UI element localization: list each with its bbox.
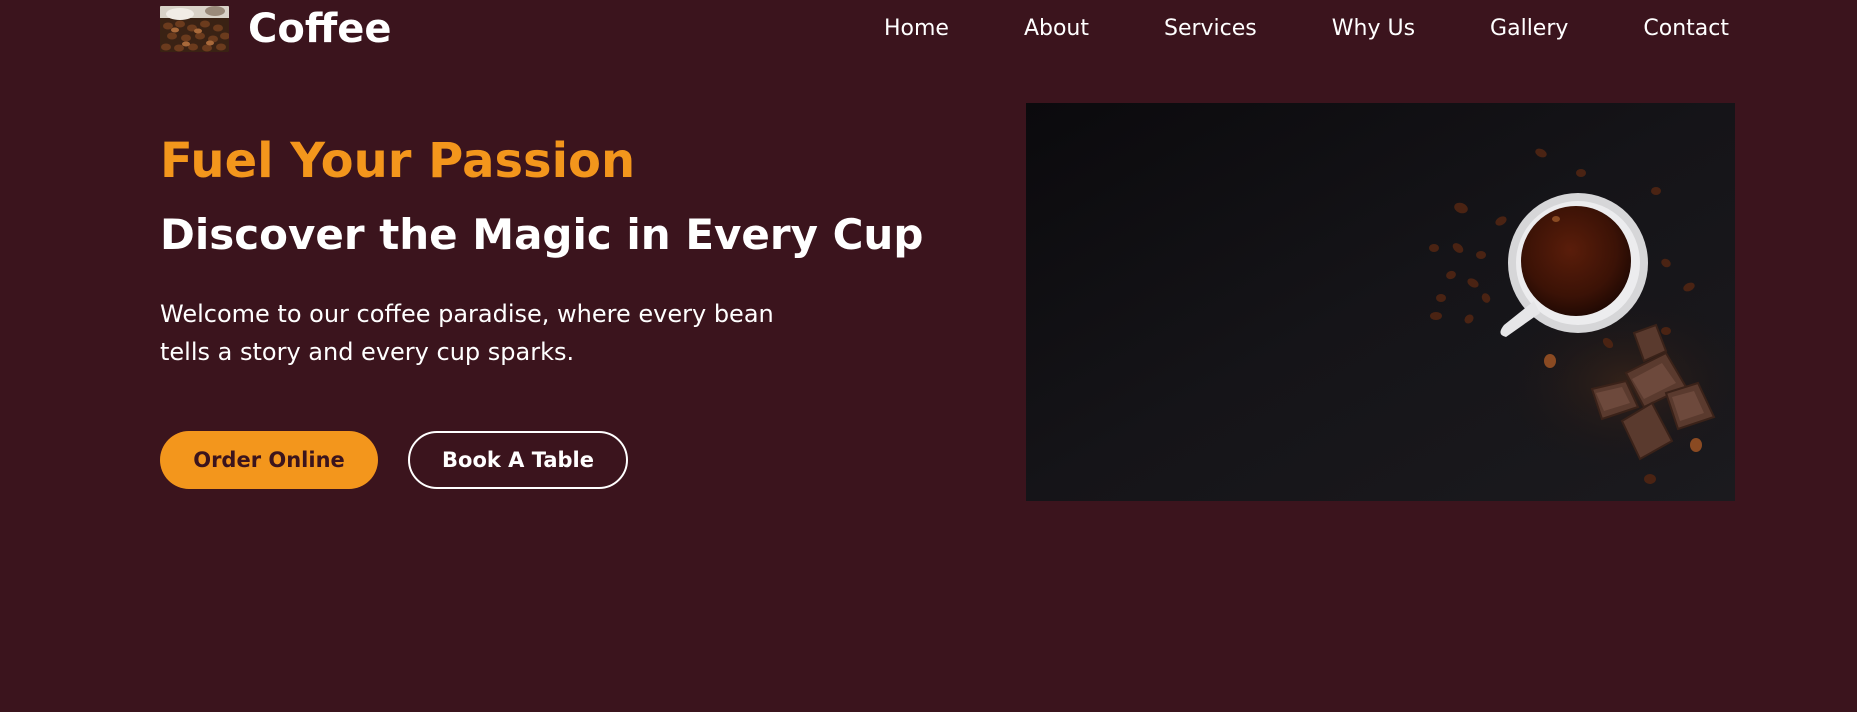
hero-section: Fuel Your Passion Discover the Magic in … — [160, 125, 960, 371]
main-nav: Home About Services Why Us Gallery Conta… — [884, 14, 1729, 44]
order-online-button[interactable]: Order Online — [160, 431, 378, 489]
hero-description: Welcome to our coffee paradise, where ev… — [160, 300, 774, 366]
nav-link-contact[interactable]: Contact — [1643, 14, 1729, 44]
brand-name: Coffee — [248, 6, 392, 52]
nav-link-gallery[interactable]: Gallery — [1490, 14, 1568, 44]
nav-link-about[interactable]: About — [1024, 14, 1089, 44]
coffee-beans-logo-icon — [160, 6, 229, 52]
hero-buttons: Order Online Book A Table — [160, 431, 628, 489]
nav-link-services[interactable]: Services — [1164, 14, 1257, 44]
coffee-cup-hero-image — [1026, 103, 1735, 501]
hero-title: Discover the Magic in Every Cup — [160, 210, 924, 259]
book-a-table-button[interactable]: Book A Table — [408, 431, 628, 489]
page: Coffee Home About Services Why Us Galler… — [0, 0, 1857, 712]
site-header: Coffee Home About Services Why Us Galler… — [160, 0, 1735, 58]
hero-tagline: Fuel Your Passion — [160, 133, 636, 189]
brand-link[interactable]: Coffee — [160, 6, 392, 52]
nav-link-why-us[interactable]: Why Us — [1332, 14, 1415, 44]
nav-link-home[interactable]: Home — [884, 14, 949, 44]
